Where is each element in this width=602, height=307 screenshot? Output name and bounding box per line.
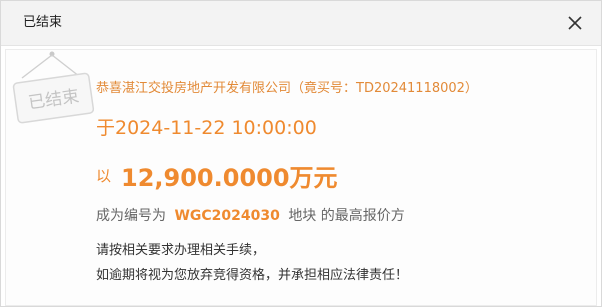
dialog-title: 已结束	[23, 15, 63, 30]
dialog-titlebar: 已结束	[1, 1, 601, 46]
auction-result-dialog: 已结束 已结束 恭喜湛江交投房地产开发有限公司（竟买号：TD2024111800…	[0, 0, 602, 307]
price-value: 12,900.0000万元	[121, 164, 338, 192]
final-price-line: 以 12,900.0000万元	[96, 158, 338, 193]
dialog-content: 已结束 恭喜湛江交投房地产开发有限公司（竟买号：TD20241118002） 于…	[5, 49, 597, 306]
hanging-sign-icon: 已结束	[12, 51, 95, 124]
winner-parcel-line: 成为编号为 WGC2024030 地块 的最高报价方	[96, 206, 405, 226]
auction-date-line: 于2024-11-22 10:00:00	[96, 117, 317, 139]
winner-prefix: 成为编号为	[96, 208, 166, 224]
notice-line-2: 如逾期将视为您放弃竞得资格，并承担相应法律责任！	[96, 268, 409, 283]
notice-line-1: 请按相关要求办理相关手续，	[96, 243, 266, 258]
close-icon[interactable]	[565, 13, 585, 33]
price-prefix: 以	[96, 167, 112, 185]
parcel-code: WGC2024030	[174, 208, 280, 224]
winner-suffix: 地块 的最高报价方	[288, 208, 405, 224]
winner-company-line: 恭喜湛江交投房地产开发有限公司（竟买号：TD20241118002）	[96, 81, 478, 96]
